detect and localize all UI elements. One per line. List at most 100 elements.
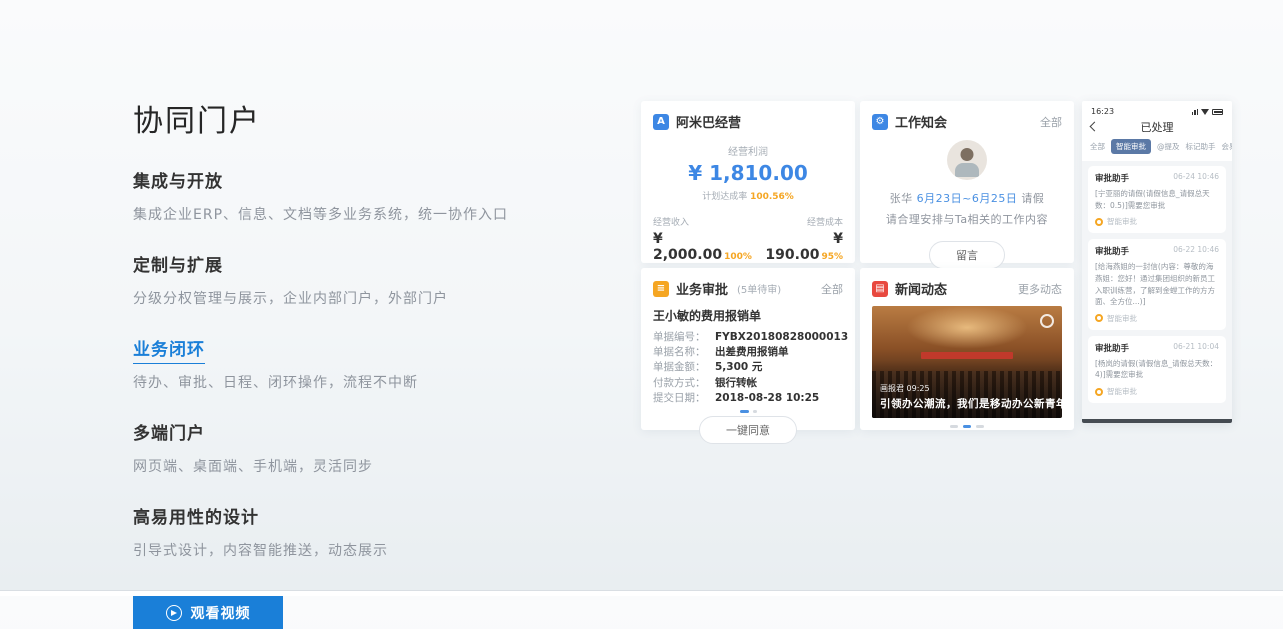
list-item[interactable]: 审批助手 06-24 10:46 [宁亚丽的请假(请假信息_请假总天数：0.5)… (1088, 166, 1226, 233)
card-news: ▤ 新闻动态 更多动态 画报君 09:25 引领办公潮流，我们是移动办公新青年！ (860, 268, 1074, 430)
tab-huiyiding[interactable]: 会易订 (1222, 141, 1233, 152)
phone-message-list: 审批助手 06-24 10:46 [宁亚丽的请假(请假信息_请假总天数：0.5)… (1082, 161, 1232, 419)
tab-mentions[interactable]: @提及 (1157, 141, 1180, 152)
plan-rate: 计划达成率 100.56% (653, 189, 843, 202)
feature-heading-label[interactable]: 业务闭环 (133, 340, 205, 364)
field-row: 单据名称： 出差费用报销单 (653, 345, 843, 360)
card-title: 新闻动态 (895, 279, 947, 298)
news-photo[interactable]: 画报君 09:25 引领办公潮流，我们是移动办公新青年！ (872, 306, 1062, 418)
field-value: FYBX20180828000013 (715, 330, 848, 345)
phone-statusbar: 16:23 (1082, 101, 1232, 118)
tab-all[interactable]: 全部 (1090, 141, 1105, 152)
feature-customization: 定制与扩展 分级分权管理与展示，企业内部门户，外部门户 (133, 251, 573, 308)
income-pct: 100% (724, 252, 752, 262)
feature-business-loop[interactable]: 业务闭环 待办、审批、日程、闭环操作，流程不中断 (133, 335, 573, 392)
feature-heading: 集成与开放 (133, 167, 573, 192)
tab-smart-approval[interactable]: 智能审批 (1111, 139, 1151, 154)
profit-value: ¥ 1,810.00 (653, 161, 843, 185)
profit-label: 经营利润 (653, 143, 843, 158)
item-tag: 智能审批 (1107, 313, 1137, 324)
field-value: 银行转帐 (715, 376, 757, 391)
pending-count: (5单待审) (737, 281, 781, 296)
feature-heading-active[interactable]: 业务闭环 (133, 335, 573, 360)
feature-desc: 网页端、桌面端、手机端，灵活同步 (133, 456, 573, 476)
camera-icon (1040, 314, 1054, 328)
item-body: [杨岚的请假(请假信息_请假总天数：4)]需要您审批 (1095, 358, 1219, 381)
amoeba-app-icon: A (653, 114, 669, 130)
smart-approval-icon (1095, 314, 1103, 322)
field-row: 提交日期： 2018-08-28 10:25 (653, 391, 843, 406)
rate-value: 100.56% (750, 192, 794, 202)
signal-icon (1192, 109, 1199, 115)
item-time: 06-21 10:04 (1173, 342, 1219, 354)
feature-usability: 高易用性的设计 引导式设计，内容智能推送，动态展示 (133, 503, 573, 560)
feature-panel: 协同门户 集成与开放 集成企业ERP、信息、文档等多业务系统，统一协作入口 定制… (133, 96, 573, 629)
rate-label: 计划达成率 (702, 192, 750, 202)
status-time: 16:23 (1091, 107, 1114, 116)
smart-approval-icon (1095, 388, 1103, 396)
notify-all-link[interactable]: 全部 (1040, 114, 1062, 130)
phone-bottom-edge (1082, 419, 1232, 423)
avatar (947, 140, 987, 180)
watch-video-button[interactable]: 观看视频 (133, 596, 283, 629)
item-time: 06-22 10:46 (1173, 245, 1219, 257)
approval-doc-title: 王小敏的费用报销单 (653, 307, 843, 324)
income-block: 经营收入 ¥ 2,000.00100% (653, 215, 758, 263)
item-body: [宁亚丽的请假(请假信息_请假总天数：0.5)]需要您审批 (1095, 188, 1219, 211)
item-sender: 审批助手 (1095, 342, 1129, 354)
play-icon (166, 605, 182, 621)
phone-navbar: 已处理 (1082, 118, 1232, 137)
list-item[interactable]: 审批助手 06-21 10:04 [杨岚的请假(请假信息_请假总天数：4)]需要… (1088, 336, 1226, 403)
cost-value: ¥ 190.0095% (758, 231, 843, 263)
news-pagination-dots[interactable] (872, 425, 1062, 428)
cost-pct: 95% (821, 252, 843, 262)
approval-app-icon: ≡ (653, 281, 669, 297)
feature-desc: 集成企业ERP、信息、文档等多业务系统，统一协作入口 (133, 204, 573, 224)
feature-multi-terminal: 多端门户 网页端、桌面端、手机端，灵活同步 (133, 419, 573, 476)
field-label: 单据金额： (653, 360, 715, 375)
field-label: 单据编号： (653, 330, 715, 345)
feature-desc: 分级分权管理与展示，企业内部门户，外部门户 (133, 288, 573, 308)
news-app-icon: ▤ (872, 281, 888, 297)
field-row: 单据编号： FYBX20180828000013 (653, 330, 843, 345)
feature-heading: 高易用性的设计 (133, 503, 573, 528)
tab-marked[interactable]: 标记助手 (1186, 141, 1216, 152)
more-news-link[interactable]: 更多动态 (1018, 281, 1062, 297)
approval-all-link[interactable]: 全部 (821, 281, 843, 297)
card-title: 工作知会 (895, 112, 947, 131)
field-value: 2018-08-28 10:25 (715, 391, 819, 406)
list-item[interactable]: 审批助手 06-22 10:46 [给海燕姐的一封信(内容：尊敬的海燕姐：您好！… (1088, 239, 1226, 330)
feature-integration: 集成与开放 集成企业ERP、信息、文档等多业务系统，统一协作入口 (133, 167, 573, 224)
field-label: 单据名称： (653, 345, 715, 360)
leave-summary: 张华 6月23日~6月25日 请假 (872, 190, 1062, 206)
cost-label: 经营成本 (758, 215, 843, 228)
approval-pagination-dots[interactable] (653, 410, 843, 413)
news-meta: 画报君 09:25 (880, 383, 930, 394)
item-body: [给海燕姐的一封信(内容：尊敬的海燕姐：您好！通过集团组织的新员工入职训练营，了… (1095, 261, 1219, 308)
conference-banner (921, 352, 1012, 359)
leave-note: 请合理安排与Ta相关的工作内容 (872, 211, 1062, 227)
wifi-icon (1201, 109, 1209, 115)
feature-heading: 定制与扩展 (133, 251, 573, 276)
income-value: ¥ 2,000.00100% (653, 231, 758, 263)
one-click-approve-button[interactable]: 一键同意 (699, 416, 797, 444)
item-sender: 审批助手 (1095, 172, 1129, 184)
field-label: 付款方式： (653, 376, 715, 391)
news-headline: 引领办公潮流，我们是移动办公新青年！ (880, 396, 1056, 411)
item-time: 06-24 10:46 (1173, 172, 1219, 184)
card-notify: ⚙ 工作知会 全部 张华 6月23日~6月25日 请假 请合理安排与Ta相关的工… (860, 101, 1074, 263)
feature-desc: 引导式设计，内容智能推送，动态展示 (133, 540, 573, 560)
field-value: 出差费用报销单 (715, 345, 789, 360)
preview-panel: A 阿米巴经营 经营利润 ¥ 1,810.00 计划达成率 100.56% 经营… (641, 101, 1233, 431)
watch-video-label: 观看视频 (191, 603, 251, 623)
page-bottom-divider (0, 590, 1283, 596)
field-value: 5,300 元 (715, 360, 762, 375)
phone-filter-tabs: 全部 智能审批 @提及 标记助手 会易订 (1082, 137, 1232, 161)
feature-heading: 多端门户 (133, 419, 573, 444)
item-sender: 审批助手 (1095, 245, 1129, 257)
card-title: 阿米巴经营 (676, 112, 741, 131)
smart-approval-icon (1095, 218, 1103, 226)
card-title: 业务审批 (676, 279, 728, 298)
card-approval: ≡ 业务审批 (5单待审) 全部 王小敏的费用报销单 单据编号： FYBX201… (641, 268, 855, 430)
leave-message-button[interactable]: 留言 (929, 241, 1005, 269)
